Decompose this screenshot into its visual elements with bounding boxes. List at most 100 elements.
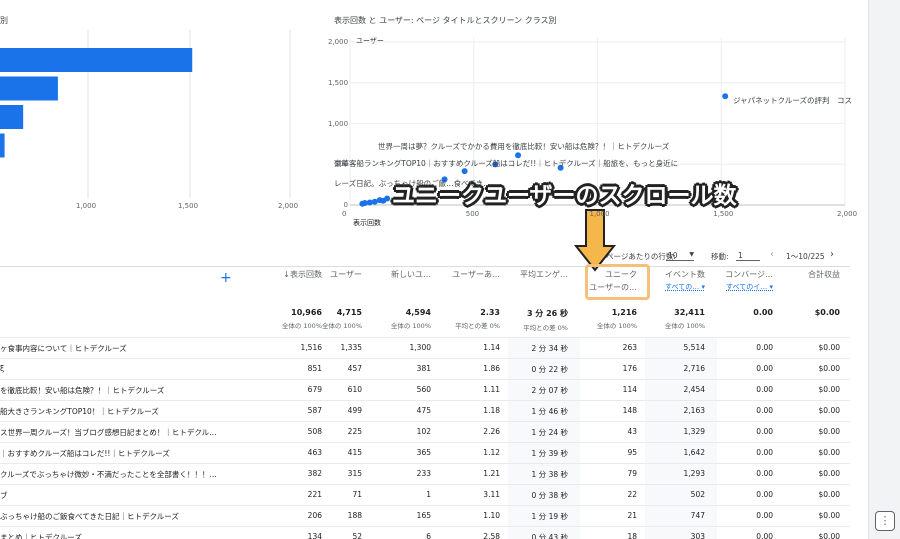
scatter-x-tick: 1,000 (589, 210, 610, 218)
table-cell: 1.18 (483, 406, 500, 415)
table-cell: 1.21 (483, 469, 500, 478)
goto-input[interactable]: 1 (736, 251, 760, 261)
table-cell: 560 (416, 385, 431, 394)
goto-label: 移動: (711, 252, 729, 261)
feedback-icon[interactable]: ⋮ (875, 511, 895, 531)
column-header[interactable]: コンバージ… すべてのイ… ▾ (707, 268, 773, 294)
table-cell: 6 (426, 532, 431, 539)
total-cell-note: 全体の 100% (664, 322, 705, 330)
table-cell: 79 (627, 469, 637, 478)
table-cell: 381 (416, 364, 431, 373)
scatter-x-tick: 500 (465, 210, 480, 218)
table-cell: 1 分 39 秒 (531, 449, 568, 458)
report-main: 別 表示回数 と ユーザー: ページ タイトルとスクリーン クラス別 ユーザー … (0, 0, 868, 539)
table-cell: 1.14 (483, 343, 500, 352)
table-cell: 475 (416, 406, 431, 415)
table-cell: 1 分 24 秒 (531, 428, 568, 437)
table-cell: 3.11 (483, 490, 500, 499)
table-cell: $0.00 (818, 385, 840, 394)
page-title-cell[interactable]: 船大きさランキングTOP10！｜ヒトデクルーズ (0, 406, 159, 417)
scatter-y-tick: 1,500 (328, 78, 349, 87)
column-header-label: ユーザー (330, 270, 362, 279)
table-cell: 1.11 (483, 385, 500, 394)
total-cell-note: 平均との差 0% (455, 322, 500, 330)
total-cell: 3 分 26 秒平均との差 0% (502, 308, 568, 332)
table-cell: 0.00 (756, 406, 773, 415)
table-cell: 1,293 (683, 469, 705, 478)
page-title-cell[interactable]: ｜おすすめクルーズ船はコレだ!!｜ヒトデクルーズ (0, 448, 170, 459)
table-cell: 0 分 22 秒 (531, 365, 568, 374)
rows-per-page-value: 10 (668, 251, 678, 260)
scatter-x-tick: 2,000 (837, 210, 858, 218)
table-cell: 0.00 (756, 448, 773, 457)
table-row[interactable]: ξ 851 457 381 1.86 0 分 22 秒 176 2,716 0.00 $0.00 (0, 358, 850, 379)
table-cell: 263 (622, 343, 637, 352)
column-header-label: ユーザーあ… (452, 270, 500, 279)
table-cell: 18 (627, 532, 637, 539)
rows-per-page-select[interactable]: 10 ▼ (666, 251, 694, 261)
scatter-point-label: ジャパネットクルーズの評判 コス (733, 96, 853, 105)
bar-x-tick: 1,000 (76, 202, 97, 210)
table-row[interactable]: ブ 221 71 1 3.11 0 分 38 秒 22 502 0.00 $0.00 (0, 484, 850, 505)
table-cell: 1 分 19 秒 (531, 512, 568, 521)
page-title-cell[interactable]: を徹底比較！安い船は危険？！｜ヒトデクルーズ (0, 385, 164, 396)
page-title-cell[interactable]: ス世界一周クルーズ！当ブログ感想日記まとめ！｜ヒトデクル… (0, 427, 217, 438)
table-top-border (0, 266, 850, 267)
table-cell: 0.00 (756, 532, 773, 539)
scatter-point-label: 世界一周は夢？クルーズでかかる費用を徹底比較！安い船は危険？！｜ヒトデクルーズ (378, 142, 670, 151)
column-header[interactable]: 合計収益 (774, 268, 840, 281)
table-cell: 0 分 38 秒 (531, 491, 568, 500)
table-cell: 610 (347, 385, 362, 394)
table-cell: 2,454 (683, 385, 705, 394)
total-cell: 4,594 全体の 100% (365, 308, 431, 330)
page-title-cell[interactable]: ヶ食事内容について｜ヒトデクルーズ (0, 343, 127, 354)
caret-down-icon: ▼ (689, 251, 694, 258)
total-cell: $0.00 (814, 308, 840, 317)
table-row[interactable]: 船大きさランキングTOP10！｜ヒトデクルーズ 587 499 475 1.18 1 分 … (0, 400, 850, 421)
table-cell: 0.00 (756, 385, 773, 394)
table-controls: ページあたりの行数: 10 ▼ 移動: 1 ‹ 1〜10/225 › (0, 249, 868, 265)
table-cell: 1 (426, 490, 431, 499)
table-cell: $0.00 (818, 469, 840, 478)
total-cell: 2.33 平均との差 0% (434, 308, 500, 330)
table-cell: $0.00 (818, 406, 840, 415)
table-row[interactable]: クルーズでぶっちゃけ微妙・不満だったことを全部書く！！！… 382 315 233 1.… (0, 463, 850, 484)
table-cell: 457 (347, 364, 362, 373)
scatter-x-tick: 1,500 (713, 210, 734, 218)
column-header[interactable]: 新しいユ… (365, 268, 431, 281)
table-cell: $0.00 (818, 511, 840, 520)
page-title-cell[interactable]: ぶっちゃけ船のご飯食べてきた日記｜ヒトデクルーズ (0, 511, 179, 522)
table-row[interactable]: ぶっちゃけ船のご飯食べてきた日記｜ヒトデクルーズ 206 188 165 1.10 1 分… (0, 505, 850, 526)
column-header[interactable]: 平均エンゲ… (502, 268, 568, 281)
column-header[interactable]: ユーザーあ… (434, 268, 500, 281)
page-title-cell[interactable]: まとめ｜ヒトデクルーズ (0, 532, 82, 539)
column-header-label: 平均エンゲ… (520, 270, 568, 279)
table-cell: 95 (627, 448, 637, 457)
table-cell: 365 (416, 448, 431, 457)
table-row[interactable]: ス世界一周クルーズ！当ブログ感想日記まとめ！｜ヒトデクル… 508 225 102 2.… (0, 421, 850, 442)
column-header[interactable]: ユーザー (296, 268, 362, 281)
scatter-y-tick: 0 (343, 201, 348, 209)
table-cell: 415 (347, 448, 362, 457)
next-page-icon[interactable]: › (830, 249, 834, 260)
page-title-cell[interactable]: クルーズでぶっちゃけ微妙・不満だったことを全部書く！！！… (0, 469, 217, 480)
page-title-cell[interactable]: ブ (0, 490, 8, 501)
column-header-filter[interactable]: すべてのイ… ▾ (707, 281, 773, 294)
table-cell: 2,716 (683, 364, 705, 373)
scatter-point-label: 豪華客船ランキングTOP10｜おすすめクルーズ船はコレだ!!｜ヒトデクルーズ｜船… (334, 159, 679, 168)
prev-page-icon[interactable]: ‹ (770, 249, 774, 260)
add-dimension-icon[interactable]: + (220, 270, 232, 286)
total-cell: 4,715 全体の 100% (296, 308, 362, 330)
table-row[interactable]: ｜おすすめクルーズ船はコレだ!!｜ヒトデクルーズ 463 415 365 1.12 1 分… (0, 442, 850, 463)
table-cell: 0.00 (756, 511, 773, 520)
table-row[interactable]: を徹底比較！安い船は危険？！｜ヒトデクルーズ 679 610 560 1.11 2 分 0… (0, 379, 850, 400)
table-row[interactable]: ヶ食事内容について｜ヒトデクルーズ 1,516 1,335 1,300 1.14 2 分 … (0, 337, 850, 358)
total-cell-note: 全体の 100% (390, 322, 431, 330)
total-cell-note: 全体の 100% (596, 322, 637, 330)
table-row[interactable]: まとめ｜ヒトデクルーズ 134 52 6 2.58 0 分 43 秒 18 303 0.00 $0… (0, 526, 850, 539)
table-cell: 52 (352, 532, 362, 539)
table-cell: 315 (347, 469, 362, 478)
page-title-cell[interactable]: ξ (0, 364, 4, 373)
table-cell: $0.00 (818, 490, 840, 499)
column-header-label: 合計収益 (808, 270, 840, 279)
